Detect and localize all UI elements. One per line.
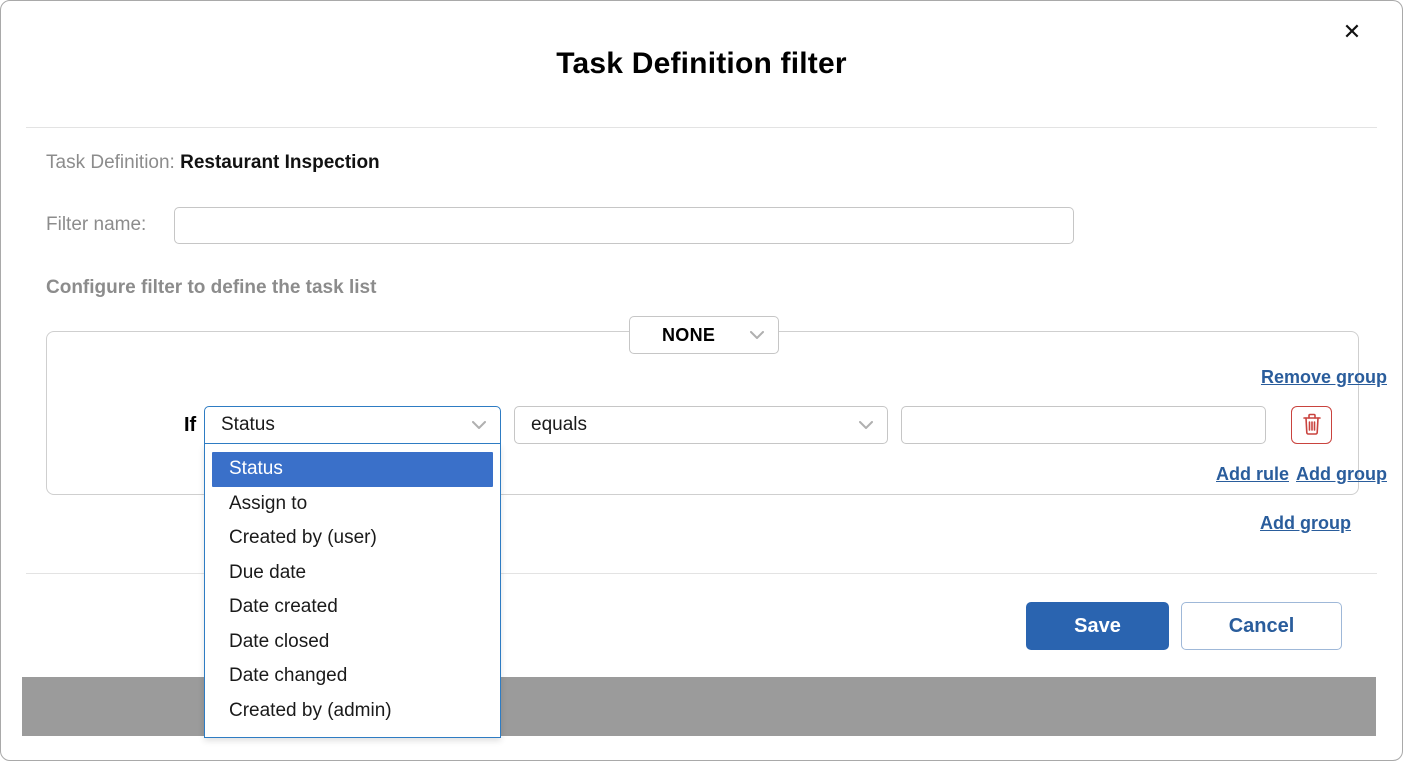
filter-name-label: Filter name: bbox=[46, 214, 146, 236]
rule-field-value: Status bbox=[221, 414, 275, 436]
field-dropdown-list: StatusAssign toCreated by (user)Due date… bbox=[204, 444, 501, 738]
task-definition-value: Restaurant Inspection bbox=[180, 152, 380, 173]
close-icon[interactable]: ✕ bbox=[1338, 19, 1366, 47]
group-conjunction-value: NONE bbox=[662, 325, 715, 346]
add-group-link[interactable]: Add group bbox=[1296, 464, 1387, 485]
dropdown-option[interactable]: Date closed bbox=[212, 625, 493, 660]
rule-value-input[interactable] bbox=[901, 406, 1266, 444]
dropdown-option[interactable]: Status bbox=[212, 452, 493, 487]
add-rule-link[interactable]: Add rule bbox=[1216, 464, 1289, 485]
rule-if-label: If bbox=[184, 414, 196, 437]
outer-add-group-link[interactable]: Add group bbox=[1260, 513, 1351, 534]
dropdown-option[interactable]: Created by (admin) bbox=[212, 694, 493, 729]
dropdown-option[interactable]: Created by (user) bbox=[212, 521, 493, 556]
page-title: Task Definition filter bbox=[1, 47, 1402, 81]
chevron-down-icon bbox=[472, 421, 486, 430]
rule-field-select[interactable]: Status bbox=[204, 406, 501, 444]
remove-group-link[interactable]: Remove group bbox=[1261, 367, 1387, 388]
task-definition-label: Task Definition: bbox=[46, 152, 175, 173]
save-button[interactable]: Save bbox=[1026, 602, 1169, 650]
dropdown-option[interactable]: Due date bbox=[212, 556, 493, 591]
chevron-down-icon bbox=[750, 331, 764, 340]
task-definition-row: Task Definition: Restaurant Inspection bbox=[46, 152, 380, 174]
task-definition-filter-modal: ✕ Task Definition filter Task Definition… bbox=[0, 0, 1403, 761]
chevron-down-icon bbox=[859, 421, 873, 430]
dropdown-option[interactable]: Date created bbox=[212, 590, 493, 625]
group-conjunction-select[interactable]: NONE bbox=[629, 316, 779, 354]
delete-rule-button[interactable] bbox=[1291, 406, 1332, 444]
configure-filter-text: Configure filter to define the task list bbox=[46, 277, 376, 299]
header-divider bbox=[26, 127, 1377, 128]
rule-operator-select[interactable]: equals bbox=[514, 406, 888, 444]
group-inner-links: Add rule Add group bbox=[1216, 464, 1387, 485]
trash-icon bbox=[1301, 412, 1323, 439]
filter-name-input[interactable] bbox=[174, 207, 1074, 244]
rule-operator-value: equals bbox=[531, 414, 587, 436]
dropdown-option[interactable]: Assign to bbox=[212, 487, 493, 522]
cancel-button[interactable]: Cancel bbox=[1181, 602, 1342, 650]
dropdown-option[interactable]: Date changed bbox=[212, 659, 493, 694]
